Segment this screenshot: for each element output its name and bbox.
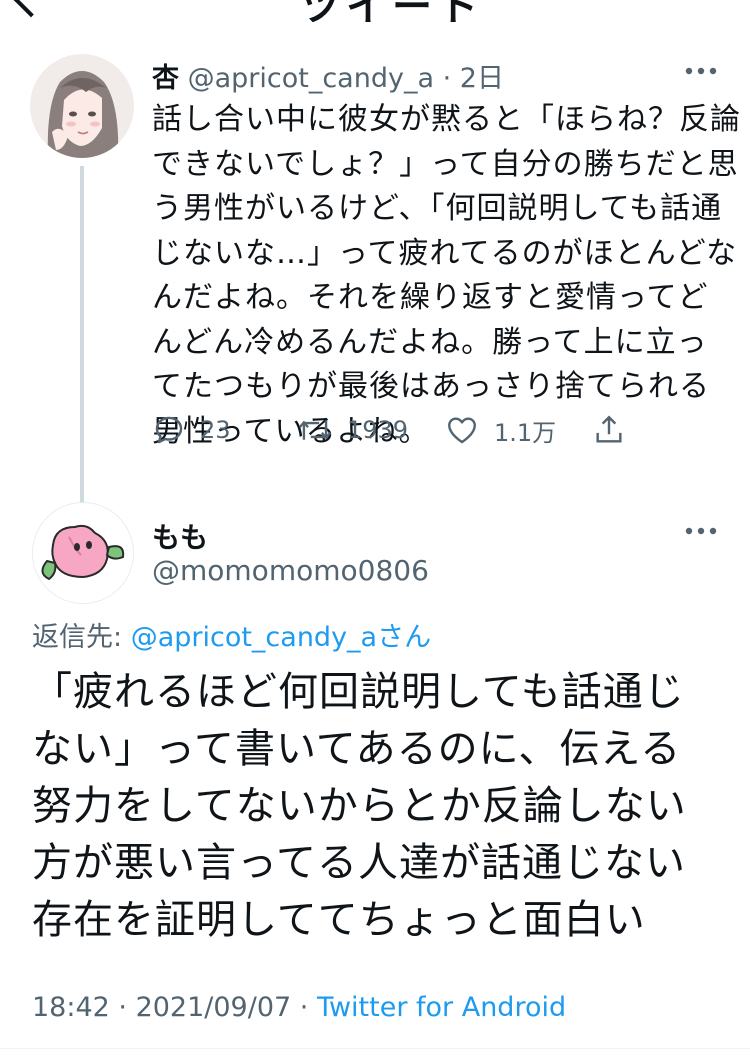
page-title: ツイート <box>300 0 484 22</box>
avatar[interactable] <box>30 54 134 158</box>
separator: · <box>291 992 317 1023</box>
tweet-metadata: 18:42 · 2021/09/07 · Twitter for Android <box>32 992 566 1023</box>
share-button[interactable] <box>592 410 626 450</box>
avatar-portrait-icon <box>30 54 134 158</box>
share-icon <box>596 415 622 443</box>
like-icon <box>448 417 476 444</box>
text-line: 存在を証明しててちょっと面白い <box>32 897 646 943</box>
parent-tweet-header: 杏 @apricot_candy_a · 2日 <box>152 56 504 95</box>
reply-to-line: 返信先: @apricot_candy_aさん <box>32 615 431 654</box>
text-line: じないな…」って疲れてるのがほとんどな <box>152 235 738 271</box>
back-arrow-icon[interactable] <box>12 0 50 18</box>
text-line: できないでしょ？」って自分の勝ちだと思 <box>152 146 739 182</box>
top-bar: ツイート <box>0 0 750 22</box>
reply-icon <box>155 416 183 444</box>
text-line: んだよね。それを繰り返すと愛情ってど <box>152 280 709 315</box>
text-line: う男性がいるけど、「何回説明しても話通 <box>152 191 723 226</box>
retweet-button[interactable]: 1939 <box>297 410 408 450</box>
reply-count: 23 <box>200 416 231 444</box>
retweet-count: 1939 <box>347 416 409 444</box>
like-button[interactable]: 1.1万 <box>444 410 556 450</box>
tweet-time[interactable]: 18:42 <box>32 992 110 1023</box>
reply-to-label: 返信先: <box>32 622 131 653</box>
retweet-icon <box>298 420 332 440</box>
text-line: 努力をしてないからとか反論しない <box>32 783 687 829</box>
like-count: 1.1万 <box>494 418 557 447</box>
text-line: 話し合い中に彼女が黙ると「ほらね？反論 <box>152 102 741 137</box>
action-bar: 23 1939 1.1万 <box>152 410 652 450</box>
divider <box>0 1048 750 1049</box>
user-name[interactable]: もも <box>152 516 208 556</box>
separator: · <box>442 63 452 94</box>
more-icon[interactable] <box>684 526 718 536</box>
user-handle[interactable]: @momomomo0806 <box>152 554 429 587</box>
separator: · <box>109 992 136 1023</box>
peach-avatar-icon <box>33 503 133 603</box>
avatar[interactable] <box>32 502 134 604</box>
parent-tweet-text: 話し合い中に彼女が黙ると「ほらね？反論 できないでしょ？」って自分の勝ちだと思 … <box>152 98 741 454</box>
tweet-time[interactable]: 2日 <box>460 63 504 94</box>
tweet-source-link[interactable]: Twitter for Android <box>317 992 566 1023</box>
main-tweet-text: 「疲れるほど何回説明しても話通じ ない」って書いてあるのに、伝える 努力をしてな… <box>32 664 722 949</box>
user-handle[interactable]: @apricot_candy_a <box>188 63 434 94</box>
text-line: 方が悪い言ってる人達が話通じない <box>32 840 686 886</box>
text-line: 「疲れるほど何回説明しても話通じ <box>32 669 685 715</box>
tweet-date[interactable]: 2021/09/07 <box>136 992 292 1023</box>
more-icon[interactable] <box>684 66 718 76</box>
text-line: ない」って書いてあるのに、伝える <box>32 726 682 772</box>
text-line: んどん冷めるんだよね。勝って上に立っ <box>152 324 708 360</box>
user-name[interactable]: 杏 <box>152 63 179 94</box>
text-line: てたつもりが最後はあっさり捨てられる <box>152 369 710 404</box>
thread-line <box>80 166 84 538</box>
reply-to-link[interactable]: @apricot_candy_aさん <box>131 622 431 653</box>
reply-button[interactable]: 23 <box>152 410 231 450</box>
